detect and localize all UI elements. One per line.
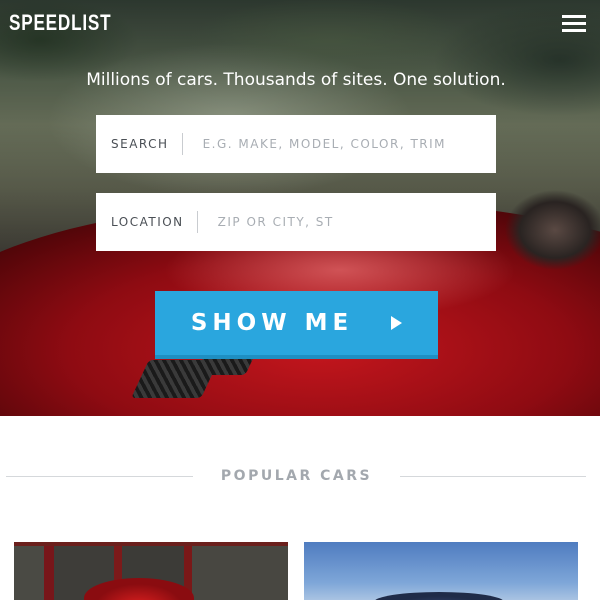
hero-tagline: Millions of cars. Thousands of sites. On… [86, 70, 506, 90]
hero-section: SPEEDLIST Millions of cars. Thousands of… [0, 0, 600, 416]
blue-car-photo [374, 592, 504, 600]
search-label: SEARCH [96, 133, 183, 155]
popular-car-card[interactable] [304, 542, 578, 600]
show-me-label: SHOW ME [190, 310, 354, 336]
location-field[interactable]: LOCATION [96, 193, 496, 251]
play-arrow-icon [391, 316, 403, 330]
popular-car-card[interactable] [14, 542, 288, 600]
search-field[interactable]: SEARCH [96, 115, 496, 173]
show-me-button[interactable]: SHOW ME [155, 291, 438, 359]
divider-right [400, 476, 586, 477]
location-label: LOCATION [96, 211, 198, 233]
search-input[interactable] [182, 115, 496, 173]
site-logo[interactable]: SPEEDLIST [9, 10, 111, 36]
popular-cars-heading: POPULAR CARS [0, 466, 600, 488]
red-sports-car-photo [84, 578, 194, 600]
hamburger-menu-icon[interactable] [562, 15, 586, 33]
popular-cars-title: POPULAR CARS [220, 468, 373, 484]
location-input[interactable] [197, 193, 496, 251]
divider-left [6, 476, 193, 477]
